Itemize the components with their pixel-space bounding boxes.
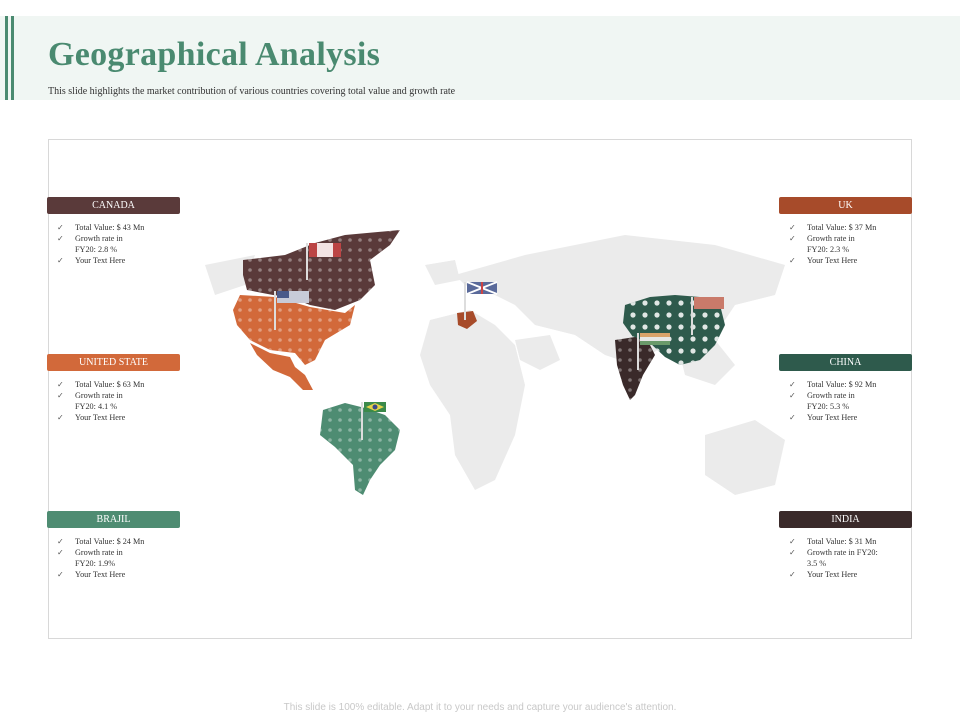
list-item: ✓ Your Text Here xyxy=(789,570,858,579)
check-icon: ✓ xyxy=(789,570,796,579)
card-list: ✓ Total Value: $ 43 Mn ✓ Growth rate in FY… xyxy=(47,222,180,266)
card-header-brajil: BRAJIL xyxy=(47,511,180,528)
list-item: ✓ Your Text Here xyxy=(57,413,126,422)
list-item: ✓ Total Value: $ 37 Mn xyxy=(789,223,877,232)
list-item: FY20: 1.9% xyxy=(75,559,116,568)
card-list: ✓ Total Value: $ 37 Mn ✓ Growth rate in FY… xyxy=(779,222,912,266)
list-item: ✓ Growth rate in FY20: xyxy=(789,548,878,557)
check-icon: ✓ xyxy=(789,391,796,400)
list-item: ✓ Growth rate in xyxy=(57,234,123,243)
check-icon: ✓ xyxy=(57,234,64,243)
list-item: FY20: 5.3 % xyxy=(807,402,850,411)
list-item: ✓ Your Text Here xyxy=(789,413,858,422)
country-card-canada: CANADA ✓ Total Value: $ 43 Mn ✓ Growth rat… xyxy=(47,197,180,266)
card-header-uk: UK xyxy=(779,197,912,214)
accent-bar xyxy=(5,16,8,100)
list-item: ✓ Growth rate in xyxy=(57,391,123,400)
country-card-brajil: BRAJIL ✓ Total Value: $ 24 Mn ✓ Growth rat… xyxy=(47,511,180,580)
check-icon: ✓ xyxy=(789,223,796,232)
page-title: Geographical Analysis xyxy=(48,36,381,73)
check-icon: ✓ xyxy=(57,256,64,265)
list-item: ✓ Total Value: $ 43 Mn xyxy=(57,223,145,232)
check-icon: ✓ xyxy=(57,548,64,557)
check-icon: ✓ xyxy=(57,570,64,579)
card-list: ✓ Total Value: $ 31 Mn ✓ Growth rate in FY… xyxy=(779,536,912,580)
check-icon: ✓ xyxy=(789,234,796,243)
page-subtitle: This slide highlights the market contrib… xyxy=(48,86,456,97)
card-list: ✓ Total Value: $ 24 Mn ✓ Growth rate in FY… xyxy=(47,536,180,580)
list-item: FY20: 2.8 % xyxy=(75,245,118,254)
world-map xyxy=(205,230,785,495)
check-icon: ✓ xyxy=(57,391,64,400)
card-list: ✓ Total Value: $ 92 Mn ✓ Growth rate in FY… xyxy=(779,379,912,423)
country-card-united-state: UNITED STATE ✓ Total Value: $ 63 Mn ✓ Grow… xyxy=(47,354,180,423)
list-item: ✓ Growth rate in xyxy=(789,234,855,243)
list-item: ✓ Total Value: $ 63 Mn xyxy=(57,380,145,389)
card-header-india: INDIA xyxy=(779,511,912,528)
card-list: ✓ Total Value: $ 63 Mn ✓ Growth rate in FY… xyxy=(47,379,180,423)
check-icon: ✓ xyxy=(789,380,796,389)
list-item: FY20: 4.1 % xyxy=(75,402,118,411)
list-item: ✓ Total Value: $ 92 Mn xyxy=(789,380,877,389)
list-item: FY20: 2.3 % xyxy=(807,245,850,254)
card-header-china: CHINA xyxy=(779,354,912,371)
card-header-united-state: UNITED STATE xyxy=(47,354,180,371)
list-item: 3.5 % xyxy=(807,559,827,568)
check-icon: ✓ xyxy=(789,256,796,265)
country-card-china: CHINA ✓ Total Value: $ 92 Mn ✓ Growth rate… xyxy=(779,354,912,423)
check-icon: ✓ xyxy=(789,548,796,557)
list-item: ✓ Your Text Here xyxy=(57,570,126,579)
card-header-canada: CANADA xyxy=(47,197,180,214)
check-icon: ✓ xyxy=(57,380,64,389)
check-icon: ✓ xyxy=(789,413,796,422)
country-card-uk: UK ✓ Total Value: $ 37 Mn ✓ Growth rate in… xyxy=(779,197,912,266)
check-icon: ✓ xyxy=(57,223,64,232)
list-item: ✓ Growth rate in xyxy=(789,391,855,400)
list-item: ✓ Your Text Here xyxy=(57,256,126,265)
footer-note: This slide is 100% editable. Adapt it to… xyxy=(283,702,677,713)
accent-bar xyxy=(11,16,14,100)
list-item: ✓ Total Value: $ 24 Mn xyxy=(57,537,145,546)
list-item: ✓ Total Value: $ 31 Mn xyxy=(789,537,877,546)
check-icon: ✓ xyxy=(57,413,64,422)
check-icon: ✓ xyxy=(57,537,64,546)
list-item: ✓ Growth rate in xyxy=(57,548,123,557)
country-card-india: INDIA ✓ Total Value: $ 31 Mn ✓ Growth rate… xyxy=(779,511,912,580)
list-item: ✓ Your Text Here xyxy=(789,256,858,265)
check-icon: ✓ xyxy=(789,537,796,546)
